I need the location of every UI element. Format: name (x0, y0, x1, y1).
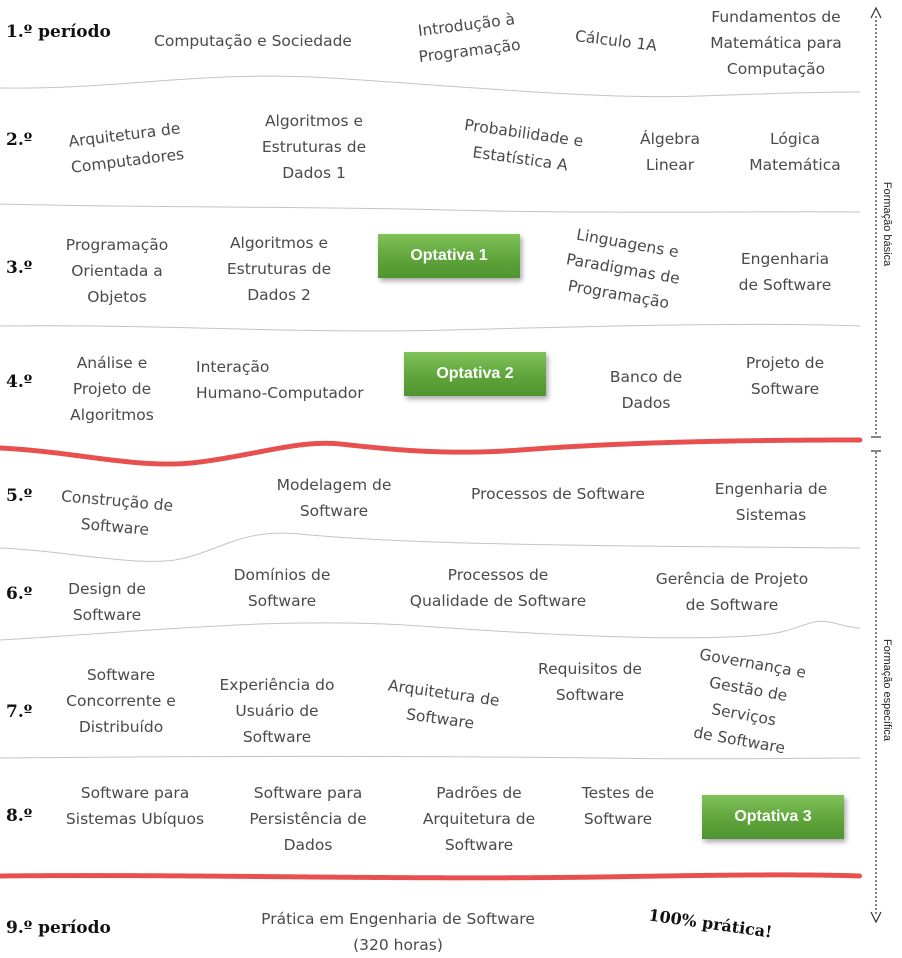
divider-2-3 (0, 203, 861, 213)
red-divider-8-9 (0, 872, 863, 881)
period-2-label: 2.º (6, 130, 33, 150)
course-computacao-e-sociedade: Computação e Sociedade (154, 32, 352, 50)
course-software-para-persistencia: Software para Persistência de Dados (249, 784, 367, 854)
optativa-2-box: Optativa 2 (404, 352, 546, 396)
curriculum-diagram: 1.º período 2.º 3.º 4.º 5.º 6.º 7.º 8.º … (0, 0, 902, 957)
period-4-label: 4.º (6, 372, 33, 392)
divider-7-8 (0, 756, 861, 760)
course-requisitos-de-software: Requisitos de Software (538, 660, 642, 704)
period-7-label: 7.º (6, 702, 33, 722)
period-1-label: 1.º período (6, 22, 111, 42)
course-programacao-orientada-a-objetos: Programação Orientada a Objetos (65, 236, 169, 306)
course-analise-e-projeto-de-algoritmos: Análise e Projeto de Algoritmos (70, 354, 154, 424)
course-gerencia-de-projeto: Gerência de Projeto de Software (655, 570, 809, 614)
course-testes-de-software: Testes de Software (581, 784, 655, 828)
course-pratica-em-engenharia: Prática em Engenharia de Software (320 h… (261, 910, 535, 954)
period-6-label: 6.º (6, 584, 33, 604)
optativa-3-box: Optativa 3 (702, 795, 844, 839)
course-modelagem-de-software: Modelagem de Software (276, 476, 392, 520)
period-5-label: 5.º (6, 486, 33, 506)
formacao-basica-label: Formação básica (881, 181, 893, 267)
course-dominios-de-software: Domínios de Software (233, 566, 331, 610)
formacao-especifica-label: Formação específica (881, 638, 893, 742)
red-divider-basic-specific (0, 437, 863, 467)
course-projeto-de-software: Projeto de Software (745, 354, 825, 398)
course-experiencia-do-usuario: Experiência do Usuário de Software (219, 676, 335, 746)
course-logica-matematica: Lógica Matemática (749, 130, 841, 174)
course-processos-de-software: Processos de Software (471, 485, 645, 503)
course-design-de-software: Design de Software (68, 580, 146, 624)
course-banco-de-dados: Banco de Dados (609, 368, 683, 412)
course-algoritmos-e-estruturas-1: Algoritmos e Estruturas de Dados 1 (261, 112, 367, 182)
period-9-label: 9.º período (6, 918, 111, 938)
divider-3-4 (0, 323, 861, 332)
course-processos-de-qualidade: Processos de Qualidade de Software (409, 566, 587, 610)
course-engenharia-de-sistemas: Engenharia de Sistemas (714, 480, 828, 524)
course-algoritmos-e-estruturas-2: Algoritmos e Estruturas de Dados 2 (226, 234, 332, 304)
course-software-para-sistemas-ubiquos: Software para Sistemas Ubíquos (65, 784, 205, 828)
course-interacao-humano-computador: Interação Humano-Computador (196, 358, 364, 402)
period-3-label: 3.º (6, 258, 33, 278)
course-software-concorrente: Software Concorrente e Distribuído (66, 666, 176, 736)
course-algebra-linear: Álgebra Linear (640, 130, 700, 174)
period-8-label: 8.º (6, 806, 33, 826)
optativa-1-box: Optativa 1 (378, 234, 520, 278)
course-fundamentos-de-matematica: Fundamentos de Matemática para Computaçã… (710, 8, 842, 78)
course-engenharia-de-software: Engenharia de Software (738, 250, 832, 294)
course-padroes-de-arquitetura: Padrões de Arquitetura de Software (422, 784, 536, 854)
